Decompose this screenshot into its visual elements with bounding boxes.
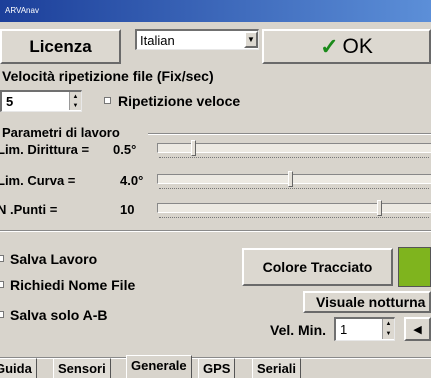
slider-ticks [159,214,429,218]
save-ab-label: Salva solo A-B [10,307,108,323]
track-color-swatch[interactable] [398,247,431,287]
save-ab-checkbox[interactable] [0,311,4,318]
param-slider[interactable] [157,171,431,191]
min-speed-spinner[interactable]: 1 ▲ ▼ [334,317,395,341]
dropdown-arrow-icon[interactable]: ▼ [244,31,258,48]
work-params-header: Parametri di lavoro [2,125,120,140]
night-view-label: Visuale notturna [316,294,426,310]
slider-track[interactable] [157,174,431,184]
param-label: Lim. Dirittura = [0,142,90,157]
param-slider[interactable] [157,140,431,160]
night-view-button[interactable]: Visuale notturna [303,291,431,313]
checkmark-icon: ✓ [320,33,339,59]
min-speed-value: 1 [340,322,348,337]
param-value: 10 [120,202,135,217]
repeat-speed-label: Velocità ripetizione file (Fix/sec) [2,68,214,84]
tab-seriali[interactable]: Seriali [252,358,302,378]
spin-up-icon[interactable]: ▲ [386,321,392,327]
tab-gps[interactable]: GPS [198,358,236,378]
slider-track[interactable] [157,143,431,153]
slider-ticks [159,154,429,158]
license-button-label: Licenza [29,36,92,56]
repeat-speed-spinner[interactable]: 5 ▲ ▼ [0,90,82,112]
group-divider [148,133,431,135]
fast-repeat-label: Ripetizione veloce [118,93,241,109]
tab-sensori[interactable]: Sensori [53,358,111,378]
slider-thumb[interactable] [377,200,382,216]
param-slider[interactable] [157,200,431,220]
param-label: Lim. Curva = [0,173,76,188]
spin-down-icon[interactable]: ▼ [386,331,392,337]
track-color-button[interactable]: Colore Tracciato [242,248,393,286]
ask-filename-checkbox[interactable] [0,281,4,288]
language-select-value: Italian [140,33,175,48]
spin-down-icon[interactable]: ▼ [73,103,79,109]
spin-up-icon[interactable]: ▲ [73,94,79,100]
license-button[interactable]: Licenza [0,29,121,64]
left-arrow-icon[interactable]: ◀ [404,317,431,341]
param-label: N .Punti = [0,202,58,217]
window-title: ARVAnav [5,6,39,15]
min-speed-spin-buttons[interactable]: ▲ ▼ [382,319,394,339]
repeat-speed-value: 5 [6,94,14,109]
slider-thumb[interactable] [288,171,293,187]
track-color-label: Colore Tracciato [262,259,373,275]
min-speed-label: Vel. Min. [270,322,327,338]
param-value: 4.0° [120,173,144,188]
save-work-label: Salva Lavoro [10,251,98,267]
slider-ticks [159,185,429,189]
repeat-speed-spin-buttons[interactable]: ▲ ▼ [69,92,81,110]
slider-track[interactable] [157,203,431,213]
section-divider [0,230,431,232]
ok-button[interactable]: ✓ OK [262,29,431,64]
param-value: 0.5° [113,142,137,157]
title-bar: ARVAnav [0,0,431,22]
ok-button-label: OK [342,34,373,58]
fast-repeat-checkbox[interactable] [104,97,111,104]
ask-filename-label: Richiedi Nome File [10,277,136,293]
save-work-checkbox[interactable] [0,255,4,262]
tab-guida[interactable]: Guida [0,358,37,378]
slider-thumb[interactable] [191,140,196,156]
language-select[interactable]: Italian ▼ [135,29,259,50]
tab-generale[interactable]: Generale [126,355,192,378]
